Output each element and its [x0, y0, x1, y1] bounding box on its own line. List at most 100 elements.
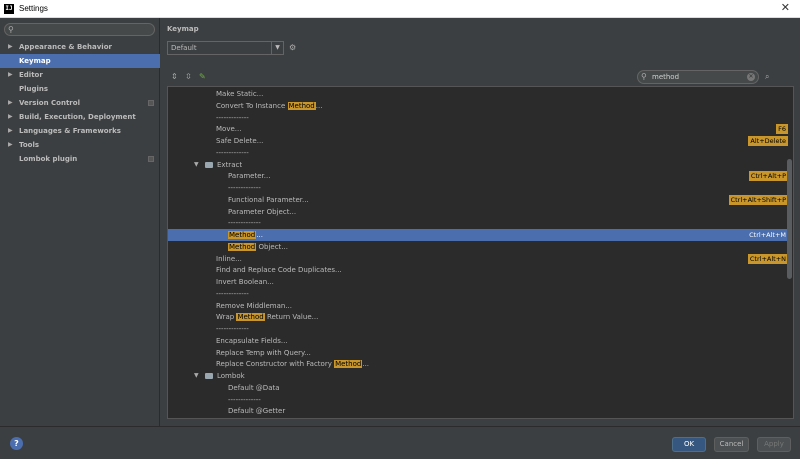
- tree-action-row[interactable]: Make Static...: [168, 88, 788, 100]
- gear-icon[interactable]: ⚙: [289, 43, 296, 52]
- keymap-action-tree[interactable]: Make Static... Convert To Instance Method…: [167, 86, 794, 419]
- tree-row-label: Default @Data: [228, 382, 280, 394]
- sidebar-item[interactable]: ▶ Appearance & Behavior: [0, 40, 160, 54]
- tree-action-row[interactable]: Move... F6: [168, 123, 788, 135]
- tree-row-label: Method...: [228, 229, 263, 241]
- tree-row-text: Default @Data: [228, 383, 280, 392]
- keymap-search-input[interactable]: [652, 72, 744, 82]
- tree-row-text: Remove Middleman...: [216, 301, 292, 310]
- tree-group-row[interactable]: ▼ Extract: [168, 159, 788, 171]
- apply-button[interactable]: Apply: [757, 437, 791, 452]
- tree-action-row[interactable]: Wrap Method Return Value...: [168, 311, 788, 323]
- tree-action-row[interactable]: Convert To Instance Method...: [168, 100, 788, 112]
- tree-action-row[interactable]: -------------: [168, 147, 788, 159]
- tree-row-text: Inline...: [216, 254, 242, 263]
- sidebar-item[interactable]: Plugins: [0, 82, 160, 96]
- clear-icon[interactable]: ✕: [747, 73, 755, 81]
- tree-row-text: Object...: [256, 242, 288, 251]
- collapse-all-icon[interactable]: ⇳: [185, 72, 192, 81]
- keymap-search-field[interactable]: ⚲ ✕: [637, 70, 759, 84]
- tree-action-row[interactable]: Default @Getter: [168, 405, 788, 417]
- chevron-right-icon[interactable]: ▶: [8, 96, 13, 110]
- sidebar-item[interactable]: ▶ Editor: [0, 68, 160, 82]
- chevron-down-icon[interactable]: ▼: [271, 42, 283, 54]
- folder-icon: [205, 161, 213, 168]
- cancel-button[interactable]: Cancel: [714, 437, 749, 452]
- tree-row-text: Default @Getter: [228, 407, 286, 416]
- tree-row-text: Parameter Object...: [228, 207, 297, 216]
- search-icon: ⚲: [8, 25, 14, 34]
- chevron-right-icon[interactable]: ▶: [8, 124, 13, 138]
- expand-all-icon[interactable]: ⇕: [171, 72, 178, 81]
- tree-action-row[interactable]: Remove Middleman...: [168, 300, 788, 312]
- tree-action-row[interactable]: Default @Data: [168, 382, 788, 394]
- chevron-down-icon[interactable]: ▼: [194, 370, 199, 382]
- app-icon: IJ: [4, 4, 14, 14]
- tree-row-text: -------------: [216, 148, 249, 157]
- tree-row-text: Convert To Instance: [216, 101, 288, 110]
- tree-row-label: Lombok: [217, 370, 245, 382]
- tree-row-label: Encapsulate Fields...: [216, 335, 288, 347]
- tree-action-row[interactable]: -------------: [168, 323, 788, 335]
- sidebar-item[interactable]: ▶ Build, Execution, Deployment: [0, 110, 160, 124]
- tree-action-row[interactable]: Method... Ctrl+Alt+M: [168, 229, 788, 241]
- tree-row-text: Lombok: [217, 372, 245, 380]
- chevron-down-icon[interactable]: ▼: [194, 159, 199, 171]
- sidebar-item-label: Keymap: [19, 57, 51, 65]
- tree-action-row[interactable]: Replace Temp with Query...: [168, 347, 788, 359]
- folder-icon: [205, 373, 213, 379]
- find-by-shortcut-icon[interactable]: ⌕: [765, 72, 769, 82]
- sidebar-item-label: Version Control: [19, 99, 80, 107]
- shortcut-badge: Alt+Delete: [748, 136, 788, 146]
- window-title: Settings: [19, 4, 48, 13]
- tree-row-label: Functional Parameter...: [228, 194, 309, 206]
- tree-action-row[interactable]: Method Object...: [168, 241, 788, 253]
- tree-action-row[interactable]: Parameter Object...: [168, 206, 788, 218]
- shortcut-badge: Ctrl+Alt+P: [748, 171, 788, 182]
- keymap-select[interactable]: Default ▼: [167, 41, 284, 55]
- chevron-right-icon[interactable]: ▶: [8, 68, 13, 82]
- chevron-right-icon[interactable]: ▶: [8, 110, 13, 124]
- tree-action-row[interactable]: Find and Replace Code Duplicates...: [168, 264, 788, 276]
- tree-row-text: Functional Parameter...: [228, 195, 309, 204]
- settings-search-input[interactable]: ⚲: [4, 23, 155, 36]
- tree-action-row[interactable]: Inline... Ctrl+Alt+N: [168, 253, 788, 265]
- project-scope-icon: [148, 100, 154, 106]
- sidebar-item-label: Appearance & Behavior: [19, 43, 112, 51]
- tree-row-label: Move...: [216, 123, 241, 135]
- close-icon[interactable]: ✕: [781, 2, 790, 14]
- tree-action-row[interactable]: -------------: [168, 217, 788, 229]
- tree-action-row[interactable]: -------------: [168, 394, 788, 406]
- tree-action-row[interactable]: Encapsulate Fields...: [168, 335, 788, 347]
- help-button[interactable]: ?: [10, 437, 23, 450]
- sidebar-item[interactable]: ▶ Version Control: [0, 96, 160, 110]
- tree-action-row[interactable]: Safe Delete... Alt+Delete: [168, 135, 788, 147]
- tree-row-text: Safe Delete...: [216, 137, 264, 145]
- search-match-highlight: Method: [334, 360, 363, 369]
- tree-action-row[interactable]: Replace Constructor with Factory Method.…: [168, 358, 788, 370]
- tree-row-text: ...: [362, 360, 370, 369]
- sidebar-item[interactable]: ▶ Languages & Frameworks: [0, 124, 160, 138]
- edit-icon[interactable]: ✎: [199, 72, 206, 81]
- tree-action-row[interactable]: -------------: [168, 288, 788, 300]
- tree-action-row[interactable]: Invert Boolean...: [168, 276, 788, 288]
- sidebar-item[interactable]: Keymap: [0, 54, 160, 68]
- keymap-select-value: Default: [171, 44, 197, 52]
- tree-row-label: -------------: [216, 288, 249, 300]
- tree-row-text: Extract: [217, 160, 243, 169]
- tree-group-row[interactable]: ▼ Lombok: [168, 370, 788, 382]
- tree-action-row[interactable]: -------------: [168, 182, 788, 194]
- chevron-right-icon[interactable]: ▶: [8, 138, 13, 152]
- tree-action-row[interactable]: Parameter... Ctrl+Alt+P: [168, 170, 788, 182]
- tree-action-row[interactable]: Functional Parameter... Ctrl+Alt+Shift+P: [168, 194, 788, 206]
- tree-row-text: -------------: [216, 289, 249, 298]
- sidebar-item[interactable]: Lombok plugin: [0, 152, 160, 166]
- ok-button[interactable]: OK: [672, 437, 706, 452]
- tree-row-label: -------------: [216, 112, 249, 124]
- tree-action-row[interactable]: -------------: [168, 112, 788, 124]
- tree-row-label: Make Static...: [216, 88, 263, 100]
- sidebar-item[interactable]: ▶ Tools: [0, 138, 160, 152]
- tree-row-text: -------------: [216, 113, 249, 122]
- chevron-right-icon[interactable]: ▶: [8, 40, 13, 54]
- tree-scrollbar[interactable]: [787, 159, 792, 279]
